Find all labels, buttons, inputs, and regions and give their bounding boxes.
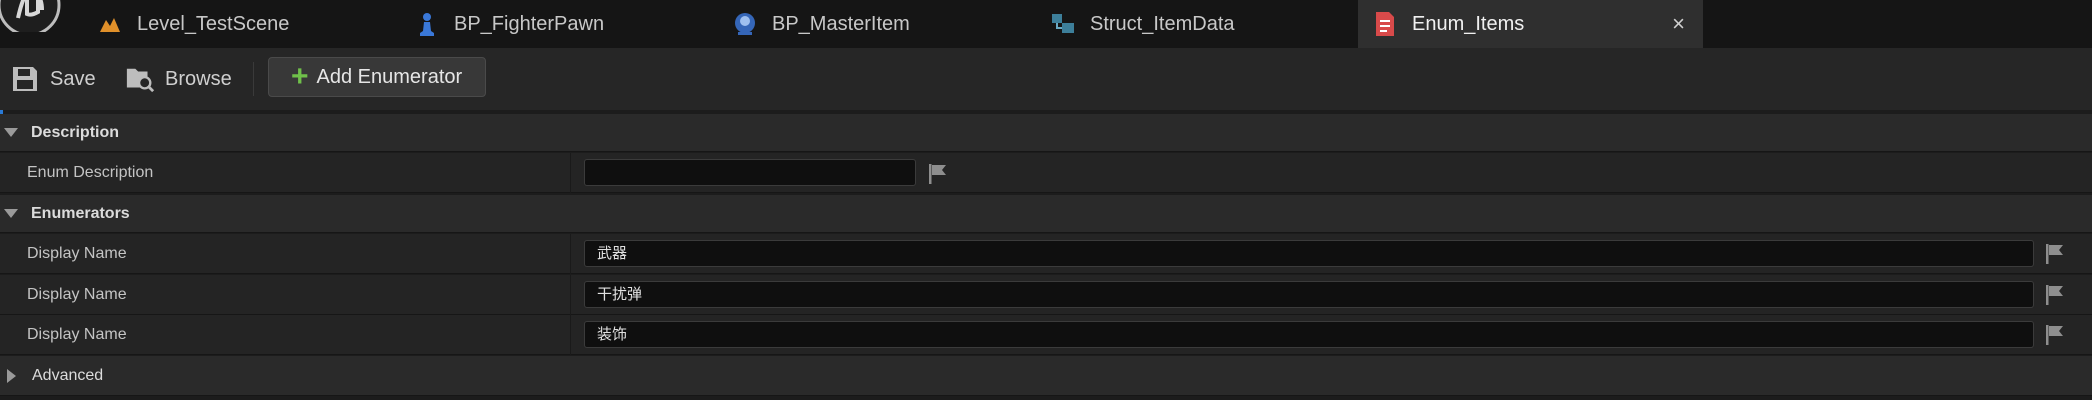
flag-icon[interactable] [2044, 323, 2066, 347]
column-divider [570, 315, 571, 355]
enumerator-row: Display Name 武器 [0, 234, 2092, 274]
display-name-label: Display Name [27, 286, 127, 303]
collapse-arrow-icon [7, 368, 16, 383]
category-label: Enumerators [31, 204, 130, 222]
document-tab-bar: Level_TestScene BP_FighterPawn BP_Master… [0, 0, 2092, 48]
struct-icon [1050, 11, 1076, 37]
column-divider [570, 153, 571, 193]
enum-description-field[interactable] [584, 159, 916, 186]
blueprint-icon [732, 11, 758, 37]
browse-icon [125, 64, 155, 94]
level-icon [97, 11, 123, 37]
toolbar-divider [253, 62, 254, 96]
tab-label: BP_MasterItem [772, 12, 910, 35]
category-description[interactable]: Description [0, 114, 2092, 152]
tab-bp-fighterpawn[interactable]: BP_FighterPawn [414, 0, 604, 48]
tab-bp-masteritem[interactable]: BP_MasterItem [732, 0, 910, 48]
save-label: Save [50, 67, 96, 90]
enumerator-row: Display Name 干扰弹 [0, 275, 2092, 315]
tab-struct-itemdata[interactable]: Struct_ItemData [1050, 0, 1235, 48]
flag-icon[interactable] [2044, 283, 2066, 307]
column-divider [570, 275, 571, 315]
tab-label: Level_TestScene [137, 12, 290, 35]
add-icon: + [291, 60, 309, 93]
category-enumerators[interactable]: Enumerators [0, 195, 2092, 233]
display-name-field[interactable]: 装饰 [584, 321, 2034, 348]
tab-label: Enum_Items [1412, 12, 1525, 35]
pawn-icon [414, 11, 440, 37]
save-icon [10, 64, 40, 94]
enum-description-label: Enum Description [27, 164, 154, 181]
display-name-field[interactable]: 武器 [584, 240, 2034, 267]
tab-label: BP_FighterPawn [454, 12, 605, 35]
close-tab-icon[interactable]: × [1672, 11, 1685, 37]
save-button[interactable]: Save [10, 60, 96, 98]
column-divider [570, 234, 571, 274]
enumerator-row: Display Name 装饰 [0, 315, 2092, 355]
tab-enum-items[interactable]: Enum_Items × [1358, 0, 1703, 48]
browse-button[interactable]: Browse [125, 60, 232, 98]
category-label: Advanced [32, 366, 104, 384]
expand-arrow-icon [4, 128, 18, 137]
enum-icon [1372, 11, 1398, 37]
unreal-logo-icon[interactable] [0, 0, 62, 32]
expand-arrow-icon [4, 209, 18, 218]
display-name-label: Display Name [27, 326, 127, 343]
enum-description-row: Enum Description [0, 153, 2092, 193]
category-label: Description [31, 123, 120, 141]
flag-icon[interactable] [2044, 242, 2066, 266]
display-name-label: Display Name [27, 245, 127, 262]
display-name-field[interactable]: 干扰弹 [584, 281, 2034, 308]
category-advanced[interactable]: Advanced [0, 356, 2092, 396]
add-enumerator-button[interactable]: + Add Enumerator [268, 57, 486, 97]
tab-label: Struct_ItemData [1090, 12, 1235, 35]
add-enumerator-label: Add Enumerator [316, 65, 463, 88]
browse-label: Browse [165, 67, 232, 90]
flag-icon[interactable] [927, 162, 949, 186]
tab-level-testscene[interactable]: Level_TestScene [97, 0, 289, 48]
